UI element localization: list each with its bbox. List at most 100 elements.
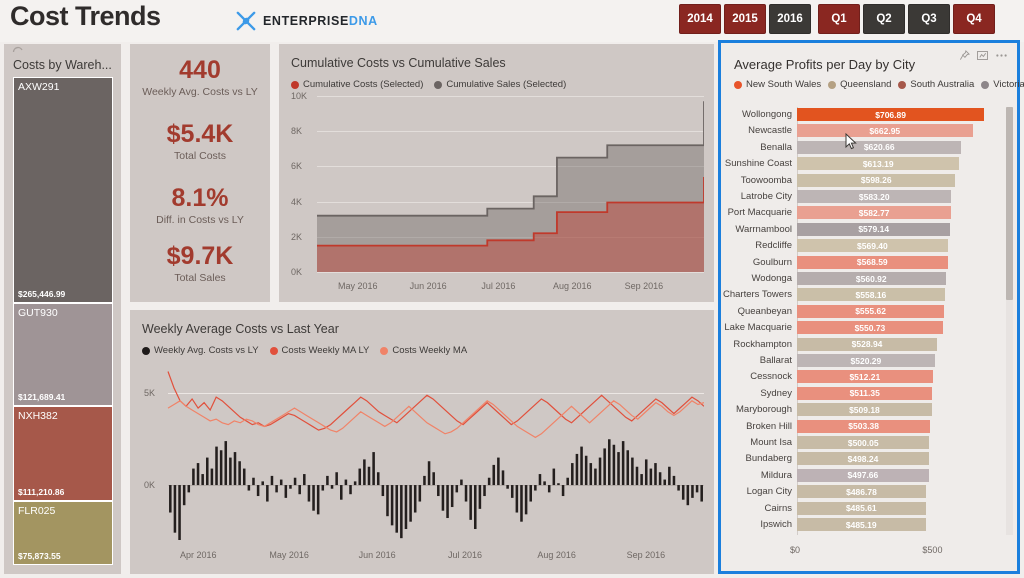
city-legend-item[interactable]: South Australia — [898, 79, 974, 90]
city-bar-row[interactable]: Benalla $620.66 — [721, 140, 1003, 155]
city-bar-row[interactable]: Cairns $485.61 — [721, 501, 1003, 516]
slicer-year-2015[interactable]: 2015 — [724, 4, 766, 34]
slicer-year-2014[interactable]: 2014 — [679, 4, 721, 34]
city-bar-row[interactable]: Queanbeyan $555.62 — [721, 304, 1003, 319]
costs-by-warehouse-treemap[interactable]: Costs by Wareh... AXW291 $265,446.99 GUT93… — [4, 44, 121, 574]
city-bar[interactable]: $500.05 — [797, 436, 930, 449]
city-bar[interactable]: $583.20 — [797, 190, 952, 203]
city-bar[interactable]: $511.35 — [797, 386, 933, 400]
city-bar-row[interactable]: Goulburn $568.59 — [721, 255, 1003, 270]
city-bar-row[interactable]: Sydney $511.35 — [721, 386, 1003, 401]
city-bar[interactable]: $555.62 — [797, 304, 945, 318]
treemap-node[interactable]: FLR025 $75,873.55 — [13, 500, 113, 565]
city-list-scrollbar-thumb[interactable] — [1006, 107, 1013, 300]
city-bar[interactable]: $620.66 — [797, 140, 962, 154]
city-bar-row[interactable]: Maryborough $509.18 — [721, 402, 1003, 417]
city-bar[interactable]: $662.95 — [797, 124, 973, 138]
city-legend-item[interactable]: Queensland — [828, 79, 891, 90]
weekly-bar — [303, 474, 306, 486]
city-bar[interactable]: $550.73 — [797, 321, 943, 335]
city-bar-row[interactable]: Ipswich $485.19 — [721, 517, 1003, 532]
treemap-node[interactable]: GUT930 $121,689.41 — [13, 302, 113, 406]
city-bar-value-label: $511.35 — [849, 388, 880, 399]
city-legend-item[interactable]: Victoria — [981, 79, 1024, 90]
city-bar[interactable]: $569.40 — [797, 239, 948, 253]
weekly-bar — [589, 463, 593, 486]
year-slicer[interactable]: 2014 2015 2016 — [679, 4, 811, 34]
city-bar[interactable]: $613.19 — [797, 157, 960, 171]
city-bar[interactable]: $498.24 — [797, 452, 929, 466]
city-bar[interactable]: $520.29 — [797, 354, 935, 367]
slicer-quarter-q1[interactable]: Q1 — [818, 4, 860, 34]
city-bar-row[interactable]: Broken Hill $503.38 — [721, 419, 1003, 434]
city-bar[interactable]: $485.19 — [797, 518, 926, 531]
quarter-slicer[interactable]: Q1 Q2 Q3 Q4 — [818, 4, 995, 34]
slicer-quarter-q4[interactable]: Q4 — [953, 4, 995, 34]
weekly-bar — [418, 485, 422, 502]
city-chart-legend[interactable]: New South Wales Queensland South Australia… — [734, 79, 1024, 90]
city-bar[interactable]: $579.14 — [797, 222, 951, 236]
weekly-bar — [400, 485, 403, 539]
city-bar-row[interactable]: Rockhampton $528.94 — [721, 337, 1003, 352]
cumulative-costs-vs-sales-chart[interactable]: Cumulative Costs vs Cumulative Sales Cum… — [279, 44, 714, 302]
treemap-node-label: NXH382 — [18, 410, 58, 422]
city-bar-row[interactable]: Charters Towers $558.16 — [721, 287, 1003, 302]
slicer-quarter-q3[interactable]: Q3 — [908, 4, 950, 34]
city-bar-row[interactable]: Bundaberg $498.24 — [721, 451, 1003, 466]
slicer-year-2016[interactable]: 2016 — [769, 4, 811, 34]
city-bar[interactable]: $558.16 — [797, 288, 945, 302]
city-bar[interactable]: $568.59 — [797, 255, 948, 269]
cumulative-legend-item[interactable]: Cumulative Costs (Selected) — [291, 79, 423, 90]
city-bar-row[interactable]: Mildura $497.66 — [721, 468, 1003, 483]
focus-mode-icon[interactable] — [977, 48, 988, 66]
city-bar-row[interactable]: Lake Macquarie $550.73 — [721, 320, 1003, 335]
city-bar[interactable]: $706.89 — [797, 108, 985, 121]
weekly-chart-legend[interactable]: Weekly Avg. Costs vs LY Costs Weekly MA L… — [142, 345, 467, 356]
city-bar-row[interactable]: Port Macquarie $582.77 — [721, 205, 1003, 220]
city-bar[interactable]: $598.26 — [797, 173, 956, 187]
city-bar-list[interactable]: Wollongong $706.89 Newcastle $662.95 Benalla… — [721, 107, 1003, 535]
weekly-legend-item[interactable]: Costs Weekly MA — [380, 345, 467, 356]
city-bar[interactable]: $509.18 — [797, 403, 932, 417]
panel-header-icons[interactable] — [959, 48, 1008, 66]
city-bar[interactable]: $582.77 — [797, 206, 952, 220]
weekly-average-costs-chart[interactable]: Weekly Average Costs vs Last Year Weekly… — [130, 310, 714, 574]
weekly-bar — [654, 463, 657, 486]
weekly-bar — [446, 485, 449, 519]
treemap-node[interactable]: NXH382 $111,210.86 — [13, 406, 113, 501]
more-options-icon[interactable] — [995, 48, 1008, 66]
city-legend-item[interactable]: New South Wales — [734, 79, 821, 90]
city-list-scrollbar[interactable] — [1006, 107, 1013, 535]
kpi-card: $9.7K Total Sales — [130, 244, 270, 285]
city-bar-row[interactable]: Sunshine Coast $613.19 — [721, 156, 1003, 171]
treemap-node[interactable]: AXW291 $265,446.99 — [13, 77, 113, 303]
city-bar-row[interactable]: Redcliffe $569.40 — [721, 238, 1003, 253]
city-bar-row[interactable]: Ballarat $520.29 — [721, 353, 1003, 368]
city-bar-track: $598.26 — [797, 173, 1003, 187]
pin-icon[interactable] — [959, 48, 970, 66]
city-bar-row[interactable]: Logan City $486.78 — [721, 484, 1003, 499]
city-bar-row[interactable]: Wollongong $706.89 — [721, 107, 1003, 122]
city-bar[interactable]: $528.94 — [797, 337, 938, 351]
average-profits-per-day-by-city-panel[interactable]: Average Profits per Day by City New Sout… — [718, 40, 1024, 574]
city-bar-row[interactable]: Mount Isa $500.05 — [721, 435, 1003, 450]
city-bar[interactable]: $512.21 — [797, 370, 933, 384]
weekly-legend-item[interactable]: Weekly Avg. Costs vs LY — [142, 345, 259, 356]
city-bar[interactable]: $503.38 — [797, 419, 931, 433]
cumulative-chart-legend[interactable]: Cumulative Costs (Selected) Cumulative Sa… — [291, 79, 566, 90]
city-bar-row[interactable]: Toowoomba $598.26 — [721, 173, 1003, 188]
city-bar[interactable]: $560.92 — [797, 272, 946, 285]
city-bar-row[interactable]: Cessnock $512.21 — [721, 369, 1003, 384]
cumulative-legend-item[interactable]: Cumulative Sales (Selected) — [434, 79, 566, 90]
treemap-body[interactable]: AXW291 $265,446.99 GUT930 $121,689.41 NXH382… — [13, 77, 113, 565]
city-bar-row[interactable]: Wodonga $560.92 — [721, 271, 1003, 286]
city-bar-row[interactable]: Warrnambool $579.14 — [721, 222, 1003, 237]
weekly-bar — [640, 474, 643, 486]
city-bar[interactable]: $497.66 — [797, 468, 929, 482]
slicer-quarter-q2[interactable]: Q2 — [863, 4, 905, 34]
city-bar-row[interactable]: Newcastle $662.95 — [721, 123, 1003, 138]
city-bar[interactable]: $485.61 — [797, 501, 926, 515]
city-bar-row[interactable]: Latrobe City $583.20 — [721, 189, 1003, 204]
weekly-legend-item[interactable]: Costs Weekly MA LY — [269, 345, 369, 356]
city-bar[interactable]: $486.78 — [797, 485, 926, 499]
